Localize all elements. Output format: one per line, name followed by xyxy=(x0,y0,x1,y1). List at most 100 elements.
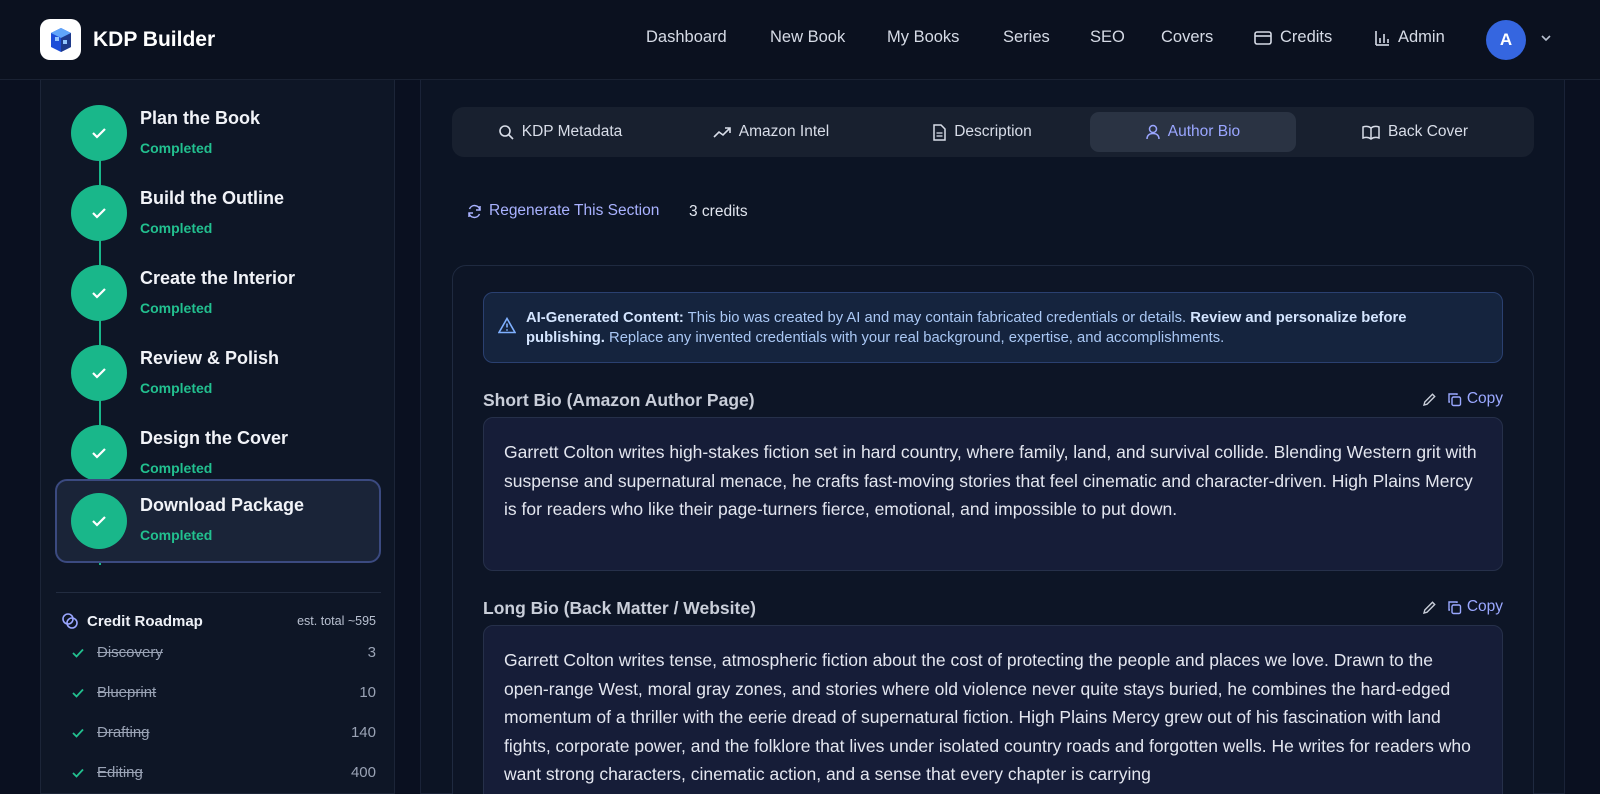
section-tabs: KDP Metadata Amazon Intel Description Au… xyxy=(452,107,1534,157)
chevron-down-icon[interactable] xyxy=(1539,31,1553,45)
copy-short-bio-button[interactable]: Copy xyxy=(1447,390,1503,408)
step-title: Review & Polish xyxy=(140,348,280,368)
roadmap-value: 140 xyxy=(350,724,376,741)
check-icon xyxy=(71,493,127,549)
nav-series[interactable]: Series xyxy=(1003,28,1050,47)
step-title: Create the Interior xyxy=(140,268,296,288)
credit-roadmap-header: Credit Roadmap est. total ~595 xyxy=(61,610,376,634)
long-bio-header: Long Bio (Back Matter / Website) Copy xyxy=(483,596,1503,620)
long-bio-actions: Copy xyxy=(1422,598,1503,616)
roadmap-label: Drafting xyxy=(97,724,150,741)
nav-new-book[interactable]: New Book xyxy=(770,28,845,47)
nav-credits[interactable]: Credits xyxy=(1254,28,1332,47)
divider xyxy=(56,592,381,593)
check-icon xyxy=(71,185,127,241)
tab-label: Back Cover xyxy=(1387,123,1469,140)
copy-icon xyxy=(1448,600,1462,614)
search-icon xyxy=(498,125,514,140)
copy-icon xyxy=(1448,392,1462,406)
tab-back-cover[interactable]: Back Cover xyxy=(1301,112,1529,152)
notice-body: This bio was created by AI and may conta… xyxy=(683,310,1191,326)
pencil-icon[interactable] xyxy=(1422,600,1437,615)
step-create-the-interior[interactable]: Create the Interior Completed xyxy=(55,248,381,330)
top-navbar: KDP Builder Dashboard New Book My Books … xyxy=(0,0,1600,80)
step-plan-the-book[interactable]: Plan the Book Completed xyxy=(55,88,381,170)
short-bio-text[interactable]: Garrett Colton writes high-stakes fictio… xyxy=(483,417,1503,571)
check-icon xyxy=(72,688,84,698)
regenerate-label: Regenerate This Section xyxy=(489,202,660,219)
step-status: Completed xyxy=(140,300,213,316)
step-title: Download Package xyxy=(140,495,305,515)
warning-icon xyxy=(498,317,516,334)
workflow-sidebar: Plan the Book Completed Build the Outlin… xyxy=(40,80,395,794)
tab-label: Amazon Intel xyxy=(738,123,830,140)
copy-label: Copy xyxy=(1466,390,1503,407)
roadmap-row: Editing 400 xyxy=(71,762,376,784)
document-icon xyxy=(933,123,946,141)
roadmap-label: Editing xyxy=(97,764,143,781)
tab-description[interactable]: Description xyxy=(879,112,1085,152)
nav-covers[interactable]: Covers xyxy=(1161,28,1213,47)
nav-dashboard[interactable]: Dashboard xyxy=(646,28,727,47)
notice-text: AI-Generated Content: This bio was creat… xyxy=(526,308,1486,348)
copy-long-bio-button[interactable]: Copy xyxy=(1447,598,1503,616)
credit-roadmap-title: Credit Roadmap xyxy=(87,613,203,630)
check-icon xyxy=(72,648,84,658)
nav-my-books[interactable]: My Books xyxy=(887,28,959,47)
credit-card-icon xyxy=(1254,30,1272,45)
step-title: Design the Cover xyxy=(140,428,289,448)
step-design-the-cover[interactable]: Design the Cover Completed xyxy=(55,408,381,490)
credit-roadmap-total: est. total ~595 xyxy=(297,614,376,628)
trending-up-icon xyxy=(713,127,731,138)
tab-amazon-intel[interactable]: Amazon Intel xyxy=(668,112,874,152)
refresh-icon xyxy=(468,204,481,218)
credits-cost: 3 credits xyxy=(689,203,748,220)
roadmap-value: 10 xyxy=(359,684,376,701)
step-status: Completed xyxy=(140,460,213,476)
check-icon xyxy=(71,265,127,321)
step-status: Completed xyxy=(140,220,213,236)
step-review-and-polish[interactable]: Review & Polish Completed xyxy=(55,328,381,410)
nav-admin[interactable]: Admin xyxy=(1374,28,1445,47)
notice-lead: AI-Generated Content: xyxy=(526,310,684,326)
roadmap-row: Blueprint 10 xyxy=(71,682,376,704)
check-icon xyxy=(71,105,127,161)
nav-credits-label: Credits xyxy=(1280,28,1333,46)
roadmap-label: Blueprint xyxy=(97,684,157,701)
tab-author-bio[interactable]: Author Bio xyxy=(1090,112,1296,152)
user-icon xyxy=(1146,124,1160,140)
step-title: Plan the Book xyxy=(140,108,261,128)
bar-chart-icon xyxy=(1375,30,1389,46)
step-download-package[interactable]: Download Package Completed xyxy=(55,479,381,563)
check-icon xyxy=(72,768,84,778)
notice-tail: Replace any invented credentials with yo… xyxy=(604,330,1225,346)
roadmap-value: 3 xyxy=(367,644,376,661)
tab-label: KDP Metadata xyxy=(521,123,623,140)
nav-seo[interactable]: SEO xyxy=(1090,28,1125,47)
check-icon xyxy=(72,728,84,738)
main-panel: KDP Metadata Amazon Intel Description Au… xyxy=(420,80,1565,794)
regenerate-section-button[interactable]: Regenerate This Section xyxy=(467,202,659,220)
author-bio-card: AI-Generated Content: This bio was creat… xyxy=(452,265,1534,794)
user-avatar[interactable]: A xyxy=(1486,20,1526,60)
tab-label: Description xyxy=(954,123,1032,140)
long-bio-text[interactable]: Garrett Colton writes tense, atmospheric… xyxy=(483,625,1503,794)
copy-label: Copy xyxy=(1466,598,1503,615)
short-bio-header: Short Bio (Amazon Author Page) Copy xyxy=(483,388,1503,412)
tab-label: Author Bio xyxy=(1167,123,1241,140)
roadmap-row: Discovery 3 xyxy=(71,642,376,664)
book-open-icon xyxy=(1362,125,1380,140)
tab-kdp-metadata[interactable]: KDP Metadata xyxy=(457,112,663,152)
step-build-the-outline[interactable]: Build the Outline Completed xyxy=(55,168,381,250)
step-status: Completed xyxy=(140,380,213,396)
check-icon xyxy=(71,345,127,401)
roadmap-value: 400 xyxy=(350,764,376,781)
roadmap-row: Drafting 140 xyxy=(71,722,376,744)
step-title: Build the Outline xyxy=(140,188,284,208)
roadmap-label: Discovery xyxy=(97,644,163,661)
pencil-icon[interactable] xyxy=(1422,392,1437,407)
check-icon xyxy=(71,425,127,481)
long-bio-title: Long Bio (Back Matter / Website) xyxy=(483,598,756,618)
step-status: Completed xyxy=(140,140,213,156)
nav-admin-label: Admin xyxy=(1398,28,1445,46)
